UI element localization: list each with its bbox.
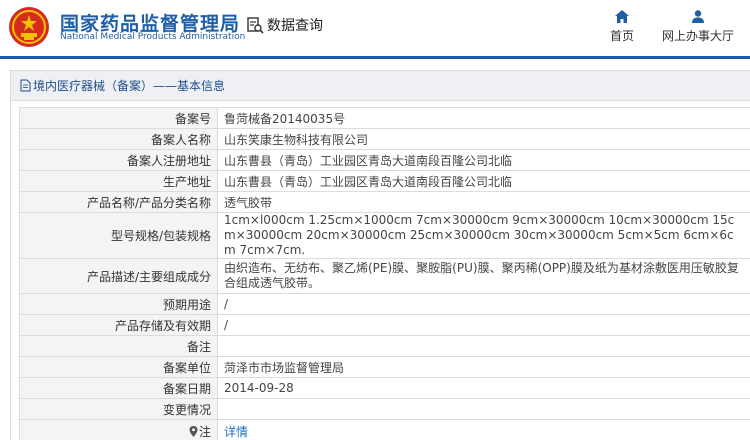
national-emblem-icon <box>9 7 49 47</box>
table-row: 型号规格/包装规格 1cm×l000cm 1.25cm×1000cm 7cm×3… <box>19 212 750 259</box>
table-row: 产品描述/主要组成成分 由织造布、无纺布、聚乙烯(PE)膜、聚胺脂(PU)膜、聚… <box>19 258 750 294</box>
data-query-label: 数据查询 <box>267 18 323 34</box>
nav-home-label: 首页 <box>609 29 634 43</box>
map-pin-icon <box>189 425 198 437</box>
detail-panel: 境内医疗器械（备案）——基本信息 备案号 鲁菏械备20140035号 备案人名称… <box>10 70 750 440</box>
table-row: 产品存储及有效期 / <box>19 314 750 336</box>
site-header: 国家药品监督管理局 National Medical Products Admi… <box>0 0 750 56</box>
header-divider <box>0 56 750 59</box>
field-value: 山东曹县（青岛）工业园区青岛大道南段百隆公司北临 <box>217 149 750 171</box>
field-value: 透气胶带 <box>217 191 750 213</box>
field-label: 产品名称/产品分类名称 <box>19 191 218 213</box>
field-label: 备案单位 <box>19 356 218 378</box>
field-value: / <box>217 314 750 336</box>
field-value: 1cm×l000cm 1.25cm×1000cm 7cm×30000cm 9cm… <box>217 212 750 259</box>
nav-home[interactable]: 首页 <box>606 10 638 44</box>
table-row: 备案单位 菏泽市市场监督管理局 <box>19 356 750 378</box>
record-table: 备案号 鲁菏械备20140035号 备案人名称 山东笑康生物科技有限公司 备案人… <box>19 107 750 440</box>
field-label: 备案日期 <box>19 377 218 399</box>
home-icon <box>615 10 629 23</box>
table-row: 变更情况 <box>19 398 750 420</box>
table-row: 备案号 鲁菏械备20140035号 <box>19 107 750 129</box>
table-row: 注 详情 <box>19 419 750 440</box>
field-label: 预期用途 <box>19 293 218 315</box>
details-link-cell: 详情 <box>217 419 750 440</box>
field-label: 备案号 <box>19 107 218 129</box>
field-label: 备案人名称 <box>19 128 218 150</box>
field-label: 变更情况 <box>19 398 218 420</box>
table-row: 备案人注册地址 山东曹县（青岛）工业园区青岛大道南段百隆公司北临 <box>19 149 750 171</box>
table-row: 产品名称/产品分类名称 透气胶带 <box>19 191 750 213</box>
field-value: 由织造布、无纺布、聚乙烯(PE)膜、聚胺脂(PU)膜、聚丙稀(OPP)膜及纸为基… <box>217 258 750 294</box>
data-query-link[interactable]: 数据查询 <box>246 15 323 35</box>
table-row: 备案日期 2014-09-28 <box>19 377 750 399</box>
field-value <box>217 335 750 357</box>
breadcrumb-label: 境内医疗器械（备案）——基本信息 <box>33 79 226 93</box>
note-label-text: 注 <box>198 424 211 439</box>
field-label: 型号规格/包装规格 <box>19 212 218 259</box>
details-link[interactable]: 详情 <box>224 425 248 439</box>
document-search-icon <box>247 17 264 34</box>
table-row: 预期用途 / <box>19 293 750 315</box>
field-value: / <box>217 293 750 315</box>
document-icon <box>20 79 31 92</box>
field-label: 备案人注册地址 <box>19 149 218 171</box>
field-label: 产品描述/主要组成成分 <box>19 258 218 294</box>
field-label: 产品存储及有效期 <box>19 314 218 336</box>
user-icon <box>692 10 704 23</box>
breadcrumb: 境内医疗器械（备案）——基本信息 <box>11 71 750 101</box>
field-value: 菏泽市市场监督管理局 <box>217 356 750 378</box>
field-label: 生产地址 <box>19 170 218 192</box>
field-value <box>217 398 750 420</box>
table-row: 生产地址 山东曹县（青岛）工业园区青岛大道南段百隆公司北临 <box>19 170 750 192</box>
field-value: 山东曹县（青岛）工业园区青岛大道南段百隆公司北临 <box>217 170 750 192</box>
field-label: 备注 <box>19 335 218 357</box>
field-value: 2014-09-28 <box>217 377 750 399</box>
nav-online-hall-label: 网上办事大厅 <box>661 29 734 43</box>
field-value: 鲁菏械备20140035号 <box>217 107 750 129</box>
nav-online-hall[interactable]: 网上办事大厅 <box>656 10 740 44</box>
table-row: 备案人名称 山东笑康生物科技有限公司 <box>19 128 750 150</box>
field-value: 山东笑康生物科技有限公司 <box>217 128 750 150</box>
table-row: 备注 <box>19 335 750 357</box>
site-title-en[interactable]: National Medical Products Administration <box>60 32 245 42</box>
note-label-cell: 注 <box>19 419 218 440</box>
note-label: 注 <box>189 423 211 440</box>
